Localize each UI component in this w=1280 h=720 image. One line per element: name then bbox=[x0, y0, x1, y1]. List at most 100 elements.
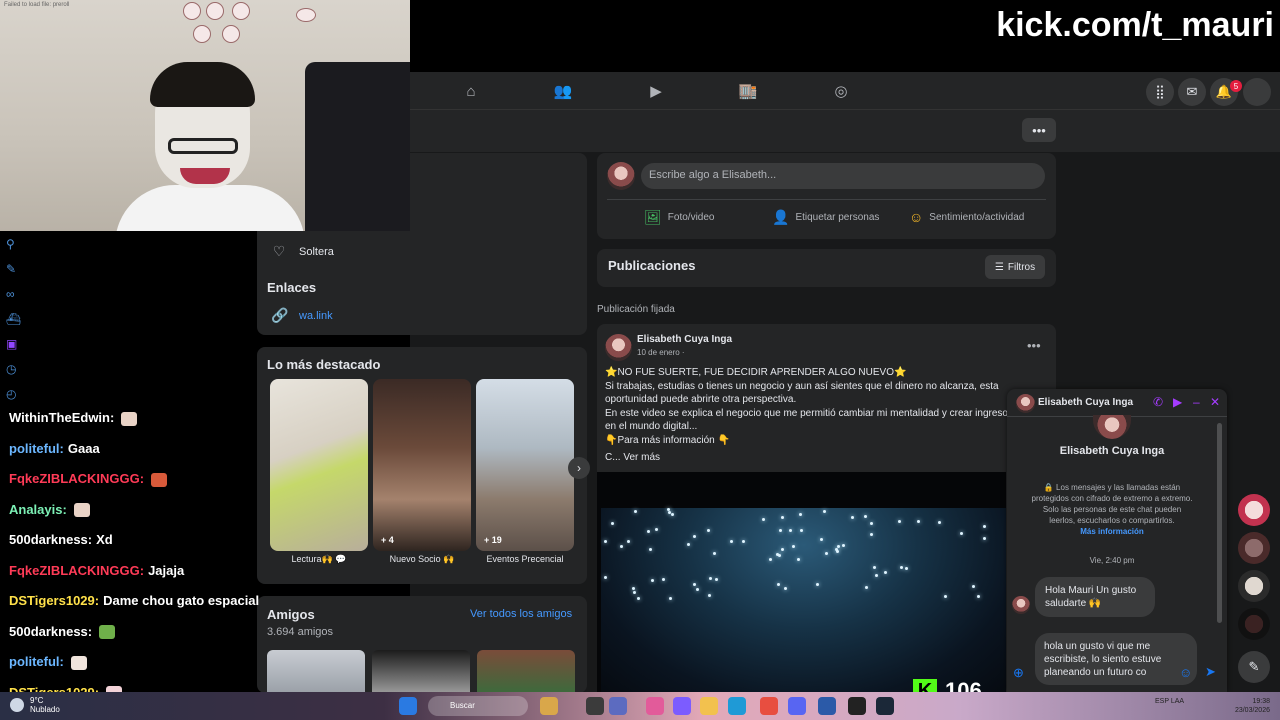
crowd-light bbox=[655, 528, 659, 532]
video-call-icon[interactable]: ▶ bbox=[1173, 395, 1182, 409]
filter-icon[interactable]: ⚲ bbox=[6, 237, 21, 251]
emoji-icon[interactable]: ☺ bbox=[1179, 665, 1192, 680]
marketplace-icon[interactable]: 🏬 bbox=[737, 80, 759, 102]
post-video[interactable] bbox=[597, 472, 1006, 694]
friend-thumbnail[interactable] bbox=[477, 650, 575, 693]
phone-icon[interactable]: ✆ bbox=[1153, 395, 1163, 409]
profile-link[interactable]: wa.link bbox=[299, 310, 333, 322]
menu-grid-icon[interactable]: ⣿ bbox=[1146, 78, 1174, 106]
close-icon[interactable]: ✕ bbox=[1210, 395, 1220, 409]
history-icon[interactable]: ◴ bbox=[6, 387, 21, 401]
see-more-link[interactable]: C... Ver más bbox=[605, 452, 660, 463]
app-icon[interactable] bbox=[646, 697, 664, 715]
post-menu-icon[interactable]: ••• bbox=[1027, 338, 1041, 353]
chevron-right-icon[interactable]: › bbox=[568, 457, 590, 479]
windows-start-icon[interactable] bbox=[399, 697, 417, 715]
chat-username[interactable]: 500darkness: bbox=[9, 624, 92, 639]
notifications-icon[interactable]: 🔔 5 bbox=[1210, 78, 1242, 106]
chat-text: Gaaa bbox=[67, 440, 100, 456]
feeling-button[interactable]: ☺ Sentimiento/actividad bbox=[909, 209, 1024, 225]
crowd-light bbox=[776, 552, 780, 556]
plus-circle-icon[interactable]: ⊕ bbox=[1013, 665, 1024, 681]
profile-more-button[interactable]: ••• bbox=[1022, 118, 1056, 142]
chat-avatar[interactable] bbox=[1016, 394, 1035, 413]
home-icon[interactable]: ⌂ bbox=[460, 80, 482, 102]
tag-people-button[interactable]: 👤 Etiquetar personas bbox=[772, 209, 879, 226]
messenger-icon[interactable]: ✉ bbox=[1178, 78, 1206, 106]
post-author-avatar[interactable] bbox=[605, 334, 632, 361]
chat-username[interactable]: Analayis: bbox=[9, 502, 67, 517]
account-avatar[interactable] bbox=[1243, 78, 1271, 106]
glasses-icon[interactable]: ∞ bbox=[6, 287, 21, 301]
filters-button[interactable]: ☰ Filtros bbox=[985, 255, 1045, 279]
crowd-light bbox=[781, 516, 785, 520]
send-icon[interactable]: ➤ bbox=[1205, 664, 1216, 680]
groups-icon[interactable]: ◎ bbox=[830, 80, 852, 102]
composer-input[interactable]: Escribe algo a Elisabeth... bbox=[641, 163, 1045, 189]
see-all-friends-link[interactable]: Ver todos los amigos bbox=[470, 608, 572, 620]
highlights-title: Lo más destacado bbox=[267, 357, 381, 372]
chat-username[interactable]: politeful: bbox=[9, 654, 64, 669]
crowd-light bbox=[863, 514, 867, 518]
friend-thumbnail[interactable] bbox=[267, 650, 365, 693]
widgets-icon[interactable] bbox=[540, 697, 558, 715]
chat-username[interactable]: FqkeZIBLACKINGGG: bbox=[9, 471, 144, 486]
language-indicator[interactable]: ESP LAA bbox=[1155, 697, 1184, 706]
clock[interactable]: 19:38 23/03/2026 bbox=[1235, 697, 1270, 715]
obs-icon[interactable] bbox=[848, 697, 866, 715]
chat-scrollbar[interactable] bbox=[1217, 423, 1222, 623]
crowd-light bbox=[899, 565, 903, 569]
highlight-reading[interactable] bbox=[270, 379, 368, 551]
chat-emote bbox=[73, 503, 90, 518]
new-message-icon[interactable]: ✎ bbox=[1238, 651, 1270, 683]
copilot-icon[interactable] bbox=[673, 697, 691, 715]
crowd-light bbox=[822, 510, 826, 514]
discord-icon[interactable] bbox=[788, 697, 806, 715]
wall-sticker bbox=[232, 2, 250, 20]
chat-username[interactable]: politeful: bbox=[9, 441, 64, 456]
chat-username[interactable]: FqkeZIBLACKINGGG: bbox=[9, 563, 144, 578]
crowd-light bbox=[632, 591, 636, 595]
chat-head[interactable] bbox=[1238, 494, 1270, 526]
file-explorer-icon[interactable] bbox=[700, 697, 718, 715]
taskbar-search[interactable]: Buscar bbox=[428, 696, 528, 716]
app-icon[interactable] bbox=[818, 697, 836, 715]
boat-icon[interactable]: ⛴ bbox=[6, 312, 21, 326]
photo-video-button[interactable]: 🖼 Foto/video bbox=[644, 209, 714, 226]
twitch-icon[interactable]: ▣ bbox=[6, 337, 21, 351]
chat-username[interactable]: DSTigers1029: bbox=[9, 593, 99, 608]
tag-person-icon: 👤 bbox=[772, 209, 790, 225]
friend-thumbnail[interactable] bbox=[372, 650, 470, 693]
video-icon[interactable]: ▶ bbox=[645, 80, 667, 102]
clock-icon[interactable]: ◷ bbox=[6, 362, 21, 376]
highlight-events[interactable]: + 19 bbox=[476, 379, 574, 551]
chat-username[interactable]: 500darkness: bbox=[9, 532, 92, 547]
post-date[interactable]: 10 de enero · bbox=[637, 348, 685, 357]
steam-icon[interactable] bbox=[876, 697, 894, 715]
link-row[interactable]: 🔗 wa.link bbox=[271, 307, 333, 324]
weather-widget[interactable]: 9°C Nublado bbox=[10, 696, 60, 714]
task-view-icon[interactable] bbox=[586, 697, 604, 715]
chat-head[interactable] bbox=[1238, 608, 1270, 640]
friends-icon[interactable]: 👥 bbox=[552, 80, 574, 102]
highlight-new-partner[interactable]: + 4 bbox=[373, 379, 471, 551]
post-author[interactable]: Elisabeth Cuya Inga bbox=[637, 334, 732, 345]
minimize-icon[interactable]: – bbox=[1193, 395, 1200, 409]
store-icon[interactable] bbox=[760, 697, 778, 715]
edge-icon[interactable] bbox=[728, 697, 746, 715]
chat-head[interactable] bbox=[1238, 532, 1270, 564]
chat-username[interactable]: WithinTheEdwin: bbox=[9, 410, 114, 425]
crowd-light bbox=[687, 543, 691, 547]
wall-sticker bbox=[296, 8, 316, 22]
messenger-header: Elisabeth Cuya Inga ✆ ▶ – ✕ bbox=[1007, 389, 1227, 417]
chat-contact-name[interactable]: Elisabeth Cuya Inga bbox=[1038, 397, 1133, 408]
sender-avatar bbox=[1012, 596, 1030, 614]
message-input[interactable]: hola un gusto vi que me escribiste, lo s… bbox=[1035, 633, 1197, 685]
chat-head[interactable] bbox=[1238, 570, 1270, 602]
crowd-light bbox=[917, 520, 921, 524]
pin-icon[interactable]: ✎ bbox=[6, 262, 21, 276]
crowd-light bbox=[776, 583, 780, 587]
teams-icon[interactable] bbox=[609, 697, 627, 715]
more-info-link[interactable]: Más información bbox=[1031, 526, 1193, 537]
crowd-light bbox=[869, 533, 873, 537]
